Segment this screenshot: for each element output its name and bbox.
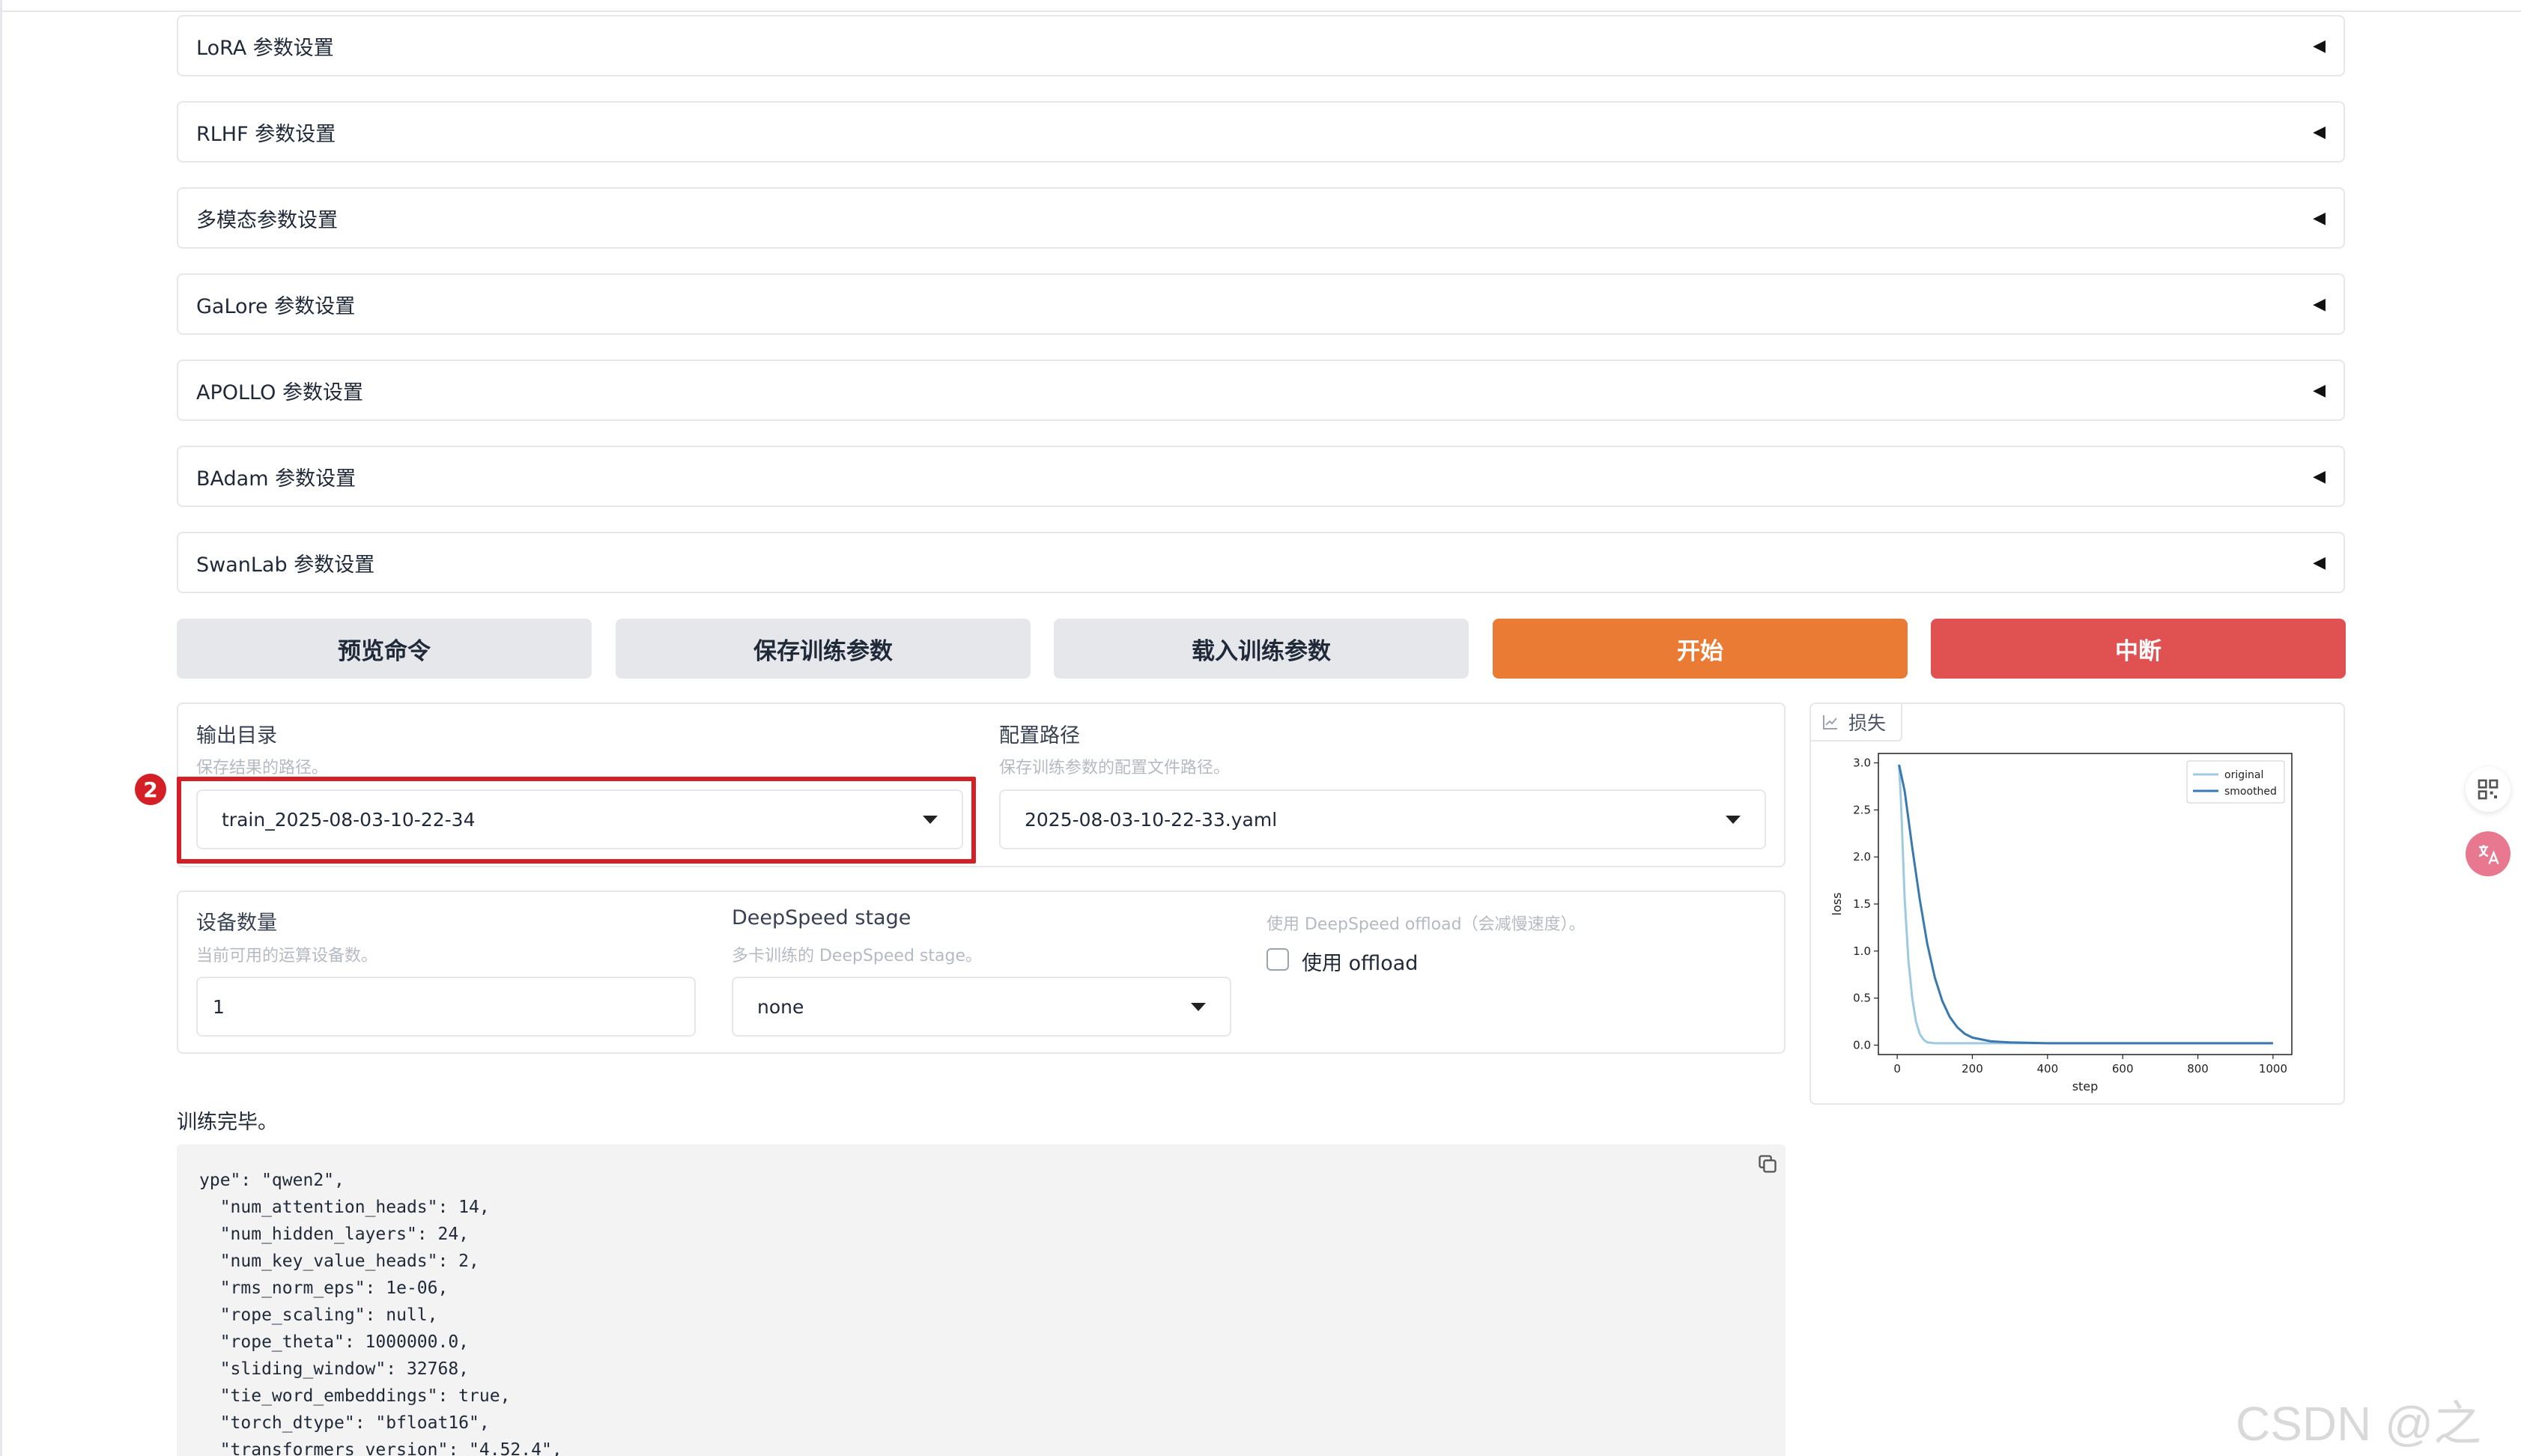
load-args-button[interactable]: 载入训练参数 <box>1054 619 1469 679</box>
y-axis-label: loss <box>1830 893 1844 916</box>
accordion-lora[interactable]: LoRA 参数设置 ◀ <box>177 15 2345 76</box>
deepspeed-stage-label: DeepSpeed stage <box>732 906 911 929</box>
device-count-value: 1 <box>213 995 225 1018</box>
y-tick-label: 2.5 <box>1853 803 1871 816</box>
output-dir-info: 保存结果的路径。 <box>196 759 329 777</box>
collapse-arrow-icon: ◀ <box>2313 208 2326 228</box>
preview-command-button[interactable]: 预览命令 <box>177 619 592 679</box>
log-line: "num_attention_heads": 14, <box>199 1198 490 1217</box>
accordion-label: LoRA 参数设置 <box>196 36 334 60</box>
log-line: ype": "qwen2", <box>199 1171 345 1190</box>
y-tick-label: 0.0 <box>1853 1038 1871 1052</box>
log-line: "tie_word_embeddings": true, <box>199 1386 511 1406</box>
collapse-arrow-icon: ◀ <box>2313 467 2326 486</box>
collapse-arrow-icon: ◀ <box>2313 553 2326 572</box>
translate-icon[interactable] <box>2466 831 2511 876</box>
qr-grid-icon[interactable] <box>2466 767 2511 812</box>
log-line: "num_hidden_layers": 24, <box>199 1225 470 1244</box>
device-count-info: 当前可用的运算设备数。 <box>196 947 378 965</box>
y-tick-label: 0.5 <box>1853 992 1871 1005</box>
abort-button[interactable]: 中断 <box>1931 619 2346 679</box>
offload-label: 使用 offload <box>1302 952 1419 975</box>
accordion-multimodal[interactable]: 多模态参数设置 ◀ <box>177 187 2345 249</box>
x-tick-label: 600 <box>2112 1062 2134 1076</box>
start-button[interactable]: 开始 <box>1493 619 1908 679</box>
collapse-arrow-icon: ◀ <box>2313 294 2326 314</box>
copy-icon[interactable] <box>1757 1153 1778 1174</box>
top-border <box>0 10 2521 12</box>
y-tick-label: 2.0 <box>1853 850 1871 864</box>
accordion-badam[interactable]: BAdam 参数设置 ◀ <box>177 446 2345 507</box>
log-line: "torch_dtype": "bfloat16", <box>199 1413 490 1433</box>
x-axis-label: step <box>2072 1079 2099 1093</box>
config-path-value: 2025-08-03-10-22-33.yaml <box>1025 808 1278 831</box>
x-tick-label: 200 <box>1962 1062 1983 1076</box>
config-path-info: 保存训练参数的配置文件路径。 <box>999 759 1231 777</box>
config-path-dropdown[interactable]: 2025-08-03-10-22-33.yaml <box>999 789 1766 849</box>
accordion-apollo[interactable]: APOLLO 参数设置 ◀ <box>177 360 2345 421</box>
deepspeed-stage-value: none <box>757 995 804 1018</box>
log-line: "transformers_version": "4.52.4", <box>199 1440 562 1456</box>
collapse-arrow-icon: ◀ <box>2313 122 2326 142</box>
accordion-galore[interactable]: GaLore 参数设置 ◀ <box>177 273 2345 335</box>
log-line: "rms_norm_eps": 1e-06, <box>199 1278 449 1298</box>
left-edge <box>0 0 2 1456</box>
legend-label-original: original <box>2224 769 2263 781</box>
log-line: "rope_scaling": null, <box>199 1305 438 1325</box>
line-chart-icon <box>1823 715 1837 729</box>
chevron-down-icon <box>1726 815 1741 824</box>
x-tick-label: 1000 <box>2259 1062 2287 1076</box>
chevron-down-icon <box>1191 1002 1206 1011</box>
legend-label-smoothed: smoothed <box>2224 786 2277 798</box>
offload-checkbox[interactable] <box>1266 948 1289 971</box>
annotation-highlight-box <box>177 777 976 864</box>
y-tick-label: 1.0 <box>1853 944 1871 958</box>
accordion-label: SwanLab 参数设置 <box>196 553 375 577</box>
log-line: "num_key_value_heads": 2, <box>199 1252 479 1271</box>
device-count-input[interactable]: 1 <box>196 977 696 1037</box>
config-path-label: 配置路径 <box>999 724 1080 747</box>
offload-info: 使用 DeepSpeed offload（会减慢速度）。 <box>1266 915 1586 934</box>
training-log: ype": "qwen2", "num_attention_heads": 14… <box>177 1144 1786 1456</box>
output-dir-label: 输出目录 <box>196 724 277 747</box>
accordion-label: BAdam 参数设置 <box>196 467 357 491</box>
loss-plot-tab: 损失 <box>1811 704 1902 741</box>
status-message: 训练完毕。 <box>177 1111 278 1134</box>
accordion-label: RLHF 参数设置 <box>196 122 336 146</box>
accordion-label: 多模态参数设置 <box>196 208 338 232</box>
loss-plot-title: 损失 <box>1848 712 1887 734</box>
x-tick-label: 800 <box>2187 1062 2209 1076</box>
accordion-swanlab[interactable]: SwanLab 参数设置 ◀ <box>177 532 2345 593</box>
deepspeed-stage-dropdown[interactable]: none <box>732 977 1231 1037</box>
log-line: "rope_theta": 1000000.0, <box>199 1332 470 1352</box>
x-tick-label: 400 <box>2036 1062 2058 1076</box>
deepspeed-stage-info: 多卡训练的 DeepSpeed stage。 <box>732 947 982 965</box>
accordion-label: APOLLO 参数设置 <box>196 380 363 404</box>
device-count-label: 设备数量 <box>196 911 277 935</box>
accordion-rlhf[interactable]: RLHF 参数设置 ◀ <box>177 101 2345 163</box>
collapse-arrow-icon: ◀ <box>2313 380 2326 400</box>
y-tick-label: 3.0 <box>1853 756 1871 770</box>
x-tick-label: 0 <box>1893 1062 1901 1076</box>
accordion-label: GaLore 参数设置 <box>196 294 356 318</box>
collapse-arrow-icon: ◀ <box>2313 36 2326 55</box>
loss-chart: 0 200 400 600 800 1000 0.0 0.5 1.0 1.5 2.0 2.5 3.0 st… <box>1830 753 2293 1093</box>
annotation-badge: 2 <box>135 774 166 805</box>
y-tick-label: 1.5 <box>1853 897 1871 911</box>
watermark: CSDN @之歆 <box>2236 1397 2482 1451</box>
save-args-button[interactable]: 保存训练参数 <box>616 619 1031 679</box>
log-line: "sliding_window": 32768, <box>199 1359 470 1379</box>
